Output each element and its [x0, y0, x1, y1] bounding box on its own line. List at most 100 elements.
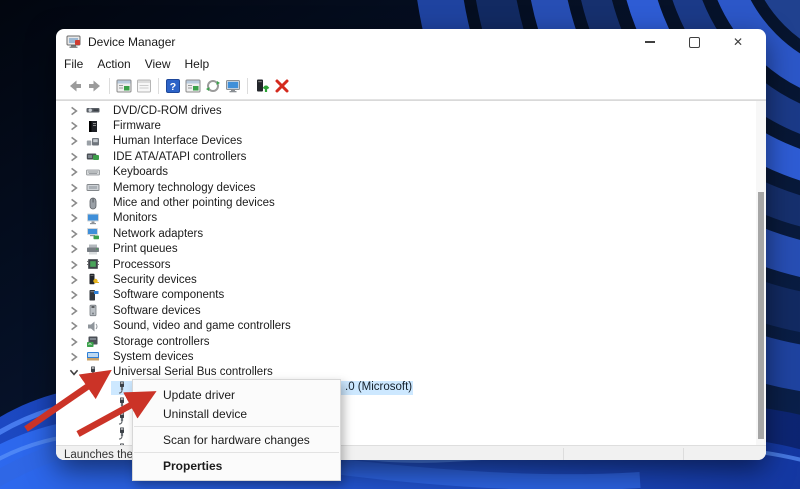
minimize-button[interactable]	[628, 29, 672, 55]
toolbar-separator	[109, 78, 110, 94]
tree-item-memory-technology-devices[interactable]: Memory technology devices	[56, 180, 754, 195]
toolbar-separator	[247, 78, 248, 94]
chevron-right-icon[interactable]	[68, 289, 80, 301]
chevron-right-icon[interactable]	[68, 197, 80, 209]
chevron-right-icon[interactable]	[68, 166, 80, 178]
processor-icon	[86, 258, 100, 271]
toolbar-show-console-tree-button[interactable]	[116, 78, 133, 95]
chevron-right-icon[interactable]	[68, 351, 80, 363]
usb-icon	[115, 427, 129, 440]
tree-item-label: Universal Serial Bus controllers	[113, 366, 273, 378]
close-button[interactable]: ✕	[716, 29, 760, 55]
tree-item-sound-video-and-game-controllers[interactable]: Sound, video and game controllers	[56, 318, 754, 333]
toolbar-update-driver-button[interactable]	[254, 78, 271, 95]
tree-item-print-queues[interactable]: Print queues	[56, 242, 754, 257]
tree-item-label: Storage controllers	[113, 336, 210, 348]
toolbar-back-button[interactable]	[67, 78, 84, 95]
toolbar-refresh-button[interactable]	[205, 78, 222, 95]
toolbar-separator	[158, 78, 159, 94]
chevron-right-icon[interactable]	[68, 336, 80, 348]
monitor2-icon	[86, 212, 100, 225]
chevron-right-icon[interactable]	[68, 212, 80, 224]
tree-item-label: Sound, video and game controllers	[113, 320, 291, 332]
chevron-right-icon[interactable]	[68, 259, 80, 271]
usb-icon	[115, 381, 129, 394]
chevron-right-icon[interactable]	[68, 305, 80, 317]
vertical-scrollbar[interactable]	[756, 101, 766, 445]
menu-file[interactable]: File	[57, 57, 90, 71]
security-icon	[86, 273, 100, 286]
tree-item-label: Monitors	[113, 212, 157, 224]
tree-item-monitors[interactable]: Monitors	[56, 211, 754, 226]
tree-item-network-adapters[interactable]: Network adapters	[56, 226, 754, 241]
tree-item-ide-ata-atapi-controllers[interactable]: IDE ATA/ATAPI controllers	[56, 149, 754, 164]
properties-icon	[185, 78, 201, 94]
chevron-down-icon[interactable]	[68, 366, 80, 378]
help-icon: ?	[165, 78, 181, 94]
tree-item-processors[interactable]: Processors	[56, 257, 754, 272]
chevron-right-icon[interactable]	[68, 120, 80, 132]
toolbar-help-button[interactable]: ?	[165, 78, 182, 95]
maximize-icon	[689, 37, 700, 48]
dvd-icon	[86, 104, 100, 117]
tree-item-label: Firmware	[113, 120, 161, 132]
toolbar-scan-hardware-button[interactable]	[225, 78, 242, 95]
menu-action[interactable]: Action	[90, 57, 137, 71]
context-menu: Update driverUninstall device Scan for ha…	[132, 379, 341, 481]
keyboard-icon	[86, 166, 100, 179]
toolbar: ?	[56, 73, 766, 100]
titlebar[interactable]: Device Manager ✕	[56, 29, 766, 55]
toolbar-export-list-button[interactable]	[136, 78, 153, 95]
tree-item-keyboards[interactable]: Keyboards	[56, 165, 754, 180]
tree-item-security-devices[interactable]: Security devices	[56, 272, 754, 287]
svg-text:?: ?	[170, 81, 176, 93]
tree-item-software-components[interactable]: Software components	[56, 288, 754, 303]
tree-item-label: Mice and other pointing devices	[113, 197, 275, 209]
tree-item-label: System devices	[113, 351, 194, 363]
tree-item-label: Network adapters	[113, 228, 203, 240]
statusbar-divider	[563, 448, 564, 460]
export-list-icon	[136, 78, 152, 94]
update-driver-icon	[254, 78, 270, 94]
context-menu-item-update-driver[interactable]: Update driver	[133, 385, 340, 404]
tree-item-universal-serial-bus-controllers[interactable]: Universal Serial Bus controllers	[56, 365, 754, 380]
tree-item-firmware[interactable]: Firmware	[56, 118, 754, 133]
context-menu-separator	[134, 452, 339, 453]
chevron-right-icon[interactable]	[68, 274, 80, 286]
chevron-right-icon[interactable]	[68, 135, 80, 147]
hid-icon	[86, 135, 100, 148]
chevron-right-icon[interactable]	[68, 243, 80, 255]
toolbar-uninstall-button[interactable]	[274, 78, 291, 95]
tree-item-label: Processors	[113, 259, 171, 271]
tree-item-dvd-cd-rom-drives[interactable]: DVD/CD-ROM drives	[56, 103, 754, 118]
back-icon	[67, 78, 83, 94]
toolbar-properties-button[interactable]	[185, 78, 202, 95]
chevron-right-icon[interactable]	[68, 151, 80, 163]
tree-item-storage-controllers[interactable]: Storage controllers	[56, 334, 754, 349]
swcomp-icon	[86, 289, 100, 302]
tree-item-system-devices[interactable]: System devices	[56, 349, 754, 364]
uninstall-icon	[274, 78, 290, 94]
scrollbar-thumb[interactable]	[758, 192, 764, 439]
menu-view[interactable]: View	[138, 57, 178, 71]
context-menu-item-properties[interactable]: Properties	[133, 456, 340, 475]
selected-device-visible-text: .0 (Microsoft)	[345, 381, 412, 393]
usb-icon	[86, 366, 100, 379]
refresh-icon	[205, 78, 221, 94]
toolbar-forward-button[interactable]	[87, 78, 104, 95]
menu-help[interactable]: Help	[178, 57, 217, 71]
tree-item-mice-and-other-pointing-devices[interactable]: Mice and other pointing devices	[56, 195, 754, 210]
tree-item-human-interface-devices[interactable]: Human Interface Devices	[56, 134, 754, 149]
window-title: Device Manager	[88, 35, 175, 49]
ide-icon	[86, 150, 100, 163]
context-menu-item-uninstall-device[interactable]: Uninstall device	[133, 404, 340, 423]
tree-item-software-devices[interactable]: Software devices	[56, 303, 754, 318]
chevron-right-icon[interactable]	[68, 182, 80, 194]
chevron-right-icon[interactable]	[68, 320, 80, 332]
chevron-right-icon[interactable]	[68, 228, 80, 240]
maximize-button[interactable]	[672, 29, 716, 55]
tree-item-label: Human Interface Devices	[113, 135, 242, 147]
context-menu-item-scan-for-hardware-changes[interactable]: Scan for hardware changes	[133, 430, 340, 449]
tree-item-label: Print queues	[113, 243, 178, 255]
chevron-right-icon[interactable]	[68, 105, 80, 117]
